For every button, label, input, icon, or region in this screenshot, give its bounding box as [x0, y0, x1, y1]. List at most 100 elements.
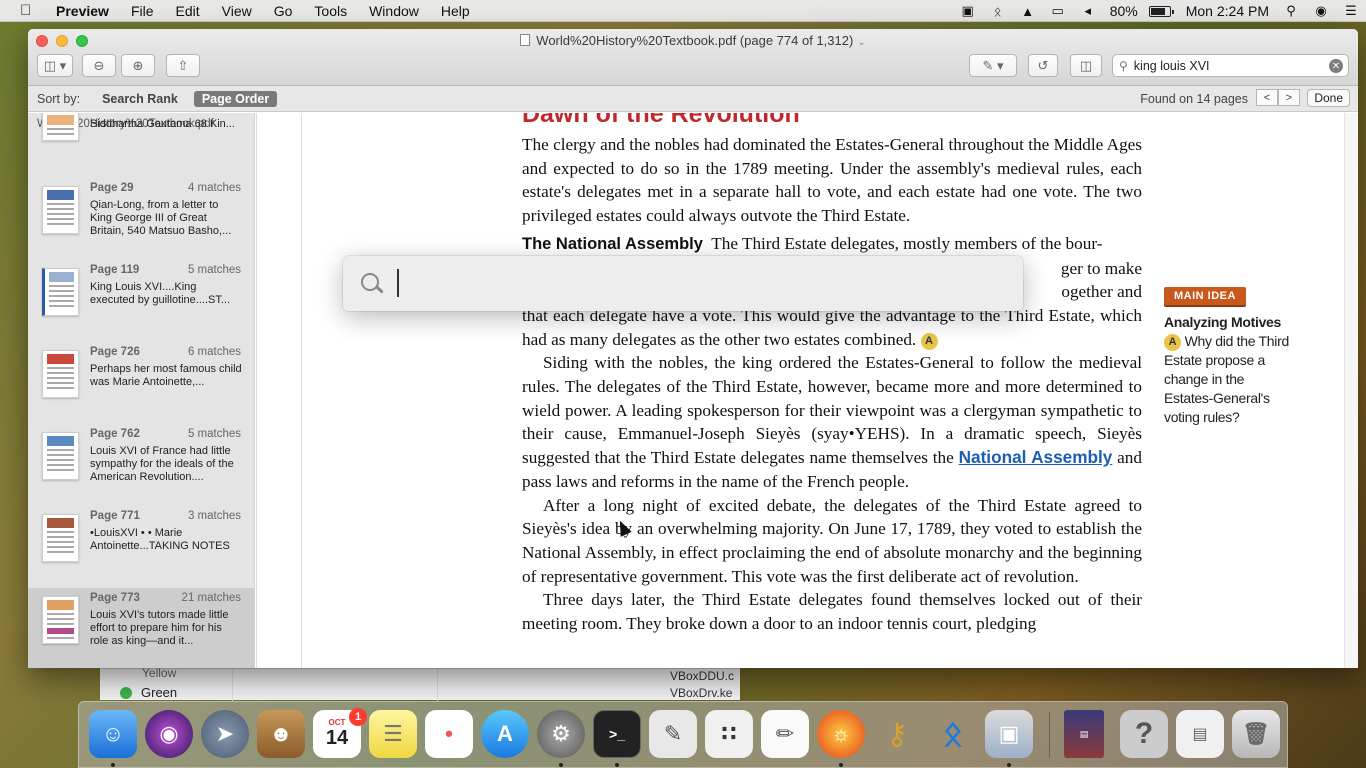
clock[interactable]: Mon 2:24 PM [1179, 3, 1276, 19]
help-icon[interactable]: ? [1120, 710, 1168, 758]
rotate-button[interactable]: ↺ [1028, 54, 1058, 77]
pen-icon: ✎ ▾ [982, 57, 1004, 73]
contacts-icon[interactable]: ☻ [257, 710, 305, 758]
found-count: Found on 14 pages [1140, 92, 1248, 106]
menu-view[interactable]: View [211, 3, 263, 19]
search-result-item[interactable]: Page 29 4 matches Qian-Long, from a lett… [28, 178, 254, 260]
file-vboxddu[interactable]: VBoxDDU.c [670, 669, 734, 683]
tag-green-label: Green [141, 685, 178, 700]
preview-icon[interactable]: ▣ [985, 710, 1033, 758]
markup-pen-button[interactable]: ✎ ▾ [969, 54, 1017, 77]
search-result-item[interactable]: Page 762 5 matches Louis XVI of France h… [28, 424, 254, 506]
battery-icon[interactable] [1148, 5, 1174, 17]
share-button[interactable]: ⇧ [166, 54, 200, 77]
reminders-icon[interactable]: • [425, 710, 473, 758]
national-assembly-link[interactable]: National Assembly [959, 447, 1113, 467]
sidebar-toggle-button[interactable]: ◫ ▾ [37, 54, 73, 77]
terminal-icon[interactable]: >_ [593, 710, 641, 758]
tag-green[interactable]: Green [120, 685, 177, 700]
result-snippet: Perhaps her most famous child was Marie … [90, 363, 242, 388]
file-vboxdrv[interactable]: VBoxDrv.ke [670, 686, 732, 700]
zoom-out-button[interactable]: ⊖ [82, 54, 116, 77]
menu-help[interactable]: Help [430, 3, 481, 19]
launchpad-icon[interactable]: ➤ [201, 710, 249, 758]
sort-search-rank[interactable]: Search Rank [94, 91, 186, 107]
keychain-access-icon[interactable]: ⚷ [873, 710, 921, 758]
main-idea-title: Analyzing Motives [1164, 314, 1282, 330]
zoom-in-button[interactable]: ⊕ [121, 54, 155, 77]
done-button[interactable]: Done [1307, 89, 1350, 107]
box-status-icon[interactable]: ▣ [960, 3, 976, 18]
result-page: Page 726 [90, 346, 140, 358]
battery-fill [1150, 7, 1165, 15]
notes-icon[interactable]: ☰ [369, 710, 417, 758]
document-view[interactable]: Dawn of the Revolution The clergy and th… [256, 113, 1344, 668]
volume-icon[interactable]: ◂ [1080, 3, 1096, 18]
firefox-icon[interactable]: ☼ [817, 710, 865, 758]
vertical-scrollbar[interactable] [1344, 113, 1358, 668]
calendar-icon[interactable]: OCT 14 1 [313, 708, 367, 758]
menu-edit[interactable]: Edit [165, 3, 211, 19]
paragraph-2-first-line: The National Assembly The Third Estate d… [522, 232, 1142, 257]
menu-app-name[interactable]: Preview [56, 3, 120, 19]
spotlight-search-icon[interactable]: ⚲ [1283, 3, 1299, 18]
trash-icon[interactable]: 🗑 [1232, 710, 1280, 758]
search-result-item[interactable]: Siddhartha Gautama 68 Kin... [28, 113, 254, 157]
textedit-icon[interactable]: ✏ [761, 710, 809, 758]
battery-percent[interactable]: 80% [1103, 3, 1145, 19]
result-matches: 5 matches [187, 264, 241, 276]
result-snippet: Qian-Long, from a letter to King George … [90, 199, 232, 237]
menu-go[interactable]: Go [263, 3, 304, 19]
tag-yellow-label[interactable]: Yellow [142, 666, 176, 680]
search-result-item-selected[interactable]: Page 773 21 matches Louis XVI's tutors m… [28, 588, 254, 668]
app-store-icon[interactable]: A [481, 710, 529, 758]
bluetooth-icon[interactable]: ᛟ [990, 4, 1006, 19]
result-page: Page 29 [90, 182, 134, 194]
page-thumbnail [42, 268, 79, 316]
world-history-document-icon[interactable]: ▤ [1064, 710, 1104, 758]
documents-stack-icon[interactable]: ▤ [1176, 710, 1224, 758]
chevron-down-icon[interactable]: ⌄ [857, 37, 865, 48]
menu-file[interactable]: File [120, 3, 165, 19]
siri-icon[interactable]: ◉ [145, 710, 193, 758]
finder-icon[interactable]: ☺ [89, 710, 137, 758]
search-result-item[interactable]: Page 771 3 matches •LouisXVI • • Marie A… [28, 506, 254, 588]
apple-icon[interactable]:  [20, 2, 38, 19]
siri-icon[interactable]: ◉ [1313, 3, 1329, 18]
clear-search-icon[interactable]: ✕ [1329, 59, 1343, 73]
notification-center-icon[interactable]: ☰ [1343, 3, 1359, 18]
search-input[interactable]: ⚲ king louis XVI ✕ [1112, 54, 1349, 77]
search-icon: ⚲ [1119, 58, 1128, 73]
search-result-item[interactable]: Page 119 5 matches King Louis XVI....Kin… [28, 260, 254, 342]
script-editor-icon[interactable]: ✎ [649, 710, 697, 758]
window-title-text[interactable]: World%20History%20Textbook.pdf (page 774… [536, 33, 853, 48]
airplay-icon[interactable]: ▭ [1050, 3, 1066, 18]
paragraph-5: Three days later, the Third Estate deleg… [522, 590, 1142, 634]
background-window: Yellow Green VBoxDDU.c VBoxDrv.ke [100, 666, 740, 701]
menu-tools[interactable]: Tools [303, 3, 358, 19]
menu-window[interactable]: Window [358, 3, 430, 19]
instruments-icon[interactable]: ∷ [705, 710, 753, 758]
page-thumbnail [42, 350, 79, 398]
page-thumbnail [42, 113, 79, 141]
result-page: Page 773 [90, 592, 140, 604]
result-page: Page 771 [90, 510, 140, 522]
rotate-icon: ↺ [1037, 57, 1049, 73]
result-snippet: Louis XVI's tutors made little effort to… [90, 609, 229, 647]
result-page: Page 119 [90, 264, 140, 276]
result-navigation: < > [1256, 89, 1300, 106]
zoom-out-icon: ⊖ [93, 57, 105, 73]
paragraph-2-start: The Third Estate delegates, mostly membe… [711, 233, 1103, 253]
wifi-icon[interactable]: ▲ [1020, 4, 1036, 19]
page-thumbnail [42, 186, 79, 234]
result-snippet: Louis XVI of France had little sympathy … [90, 445, 234, 483]
sort-page-order[interactable]: Page Order [193, 90, 278, 107]
next-result-button[interactable]: > [1278, 89, 1300, 106]
bluetooth-file-exchange-icon[interactable]: ᛟ [929, 710, 977, 758]
page-thumbnail [42, 432, 79, 480]
spotlight-search-input[interactable] [397, 268, 997, 299]
search-result-item[interactable]: Page 726 6 matches Perhaps her most famo… [28, 342, 254, 424]
previous-result-button[interactable]: < [1256, 89, 1278, 106]
markup-toolbox-button[interactable]: ◫ [1070, 54, 1102, 77]
system-preferences-icon[interactable]: ⚙ [537, 710, 585, 758]
